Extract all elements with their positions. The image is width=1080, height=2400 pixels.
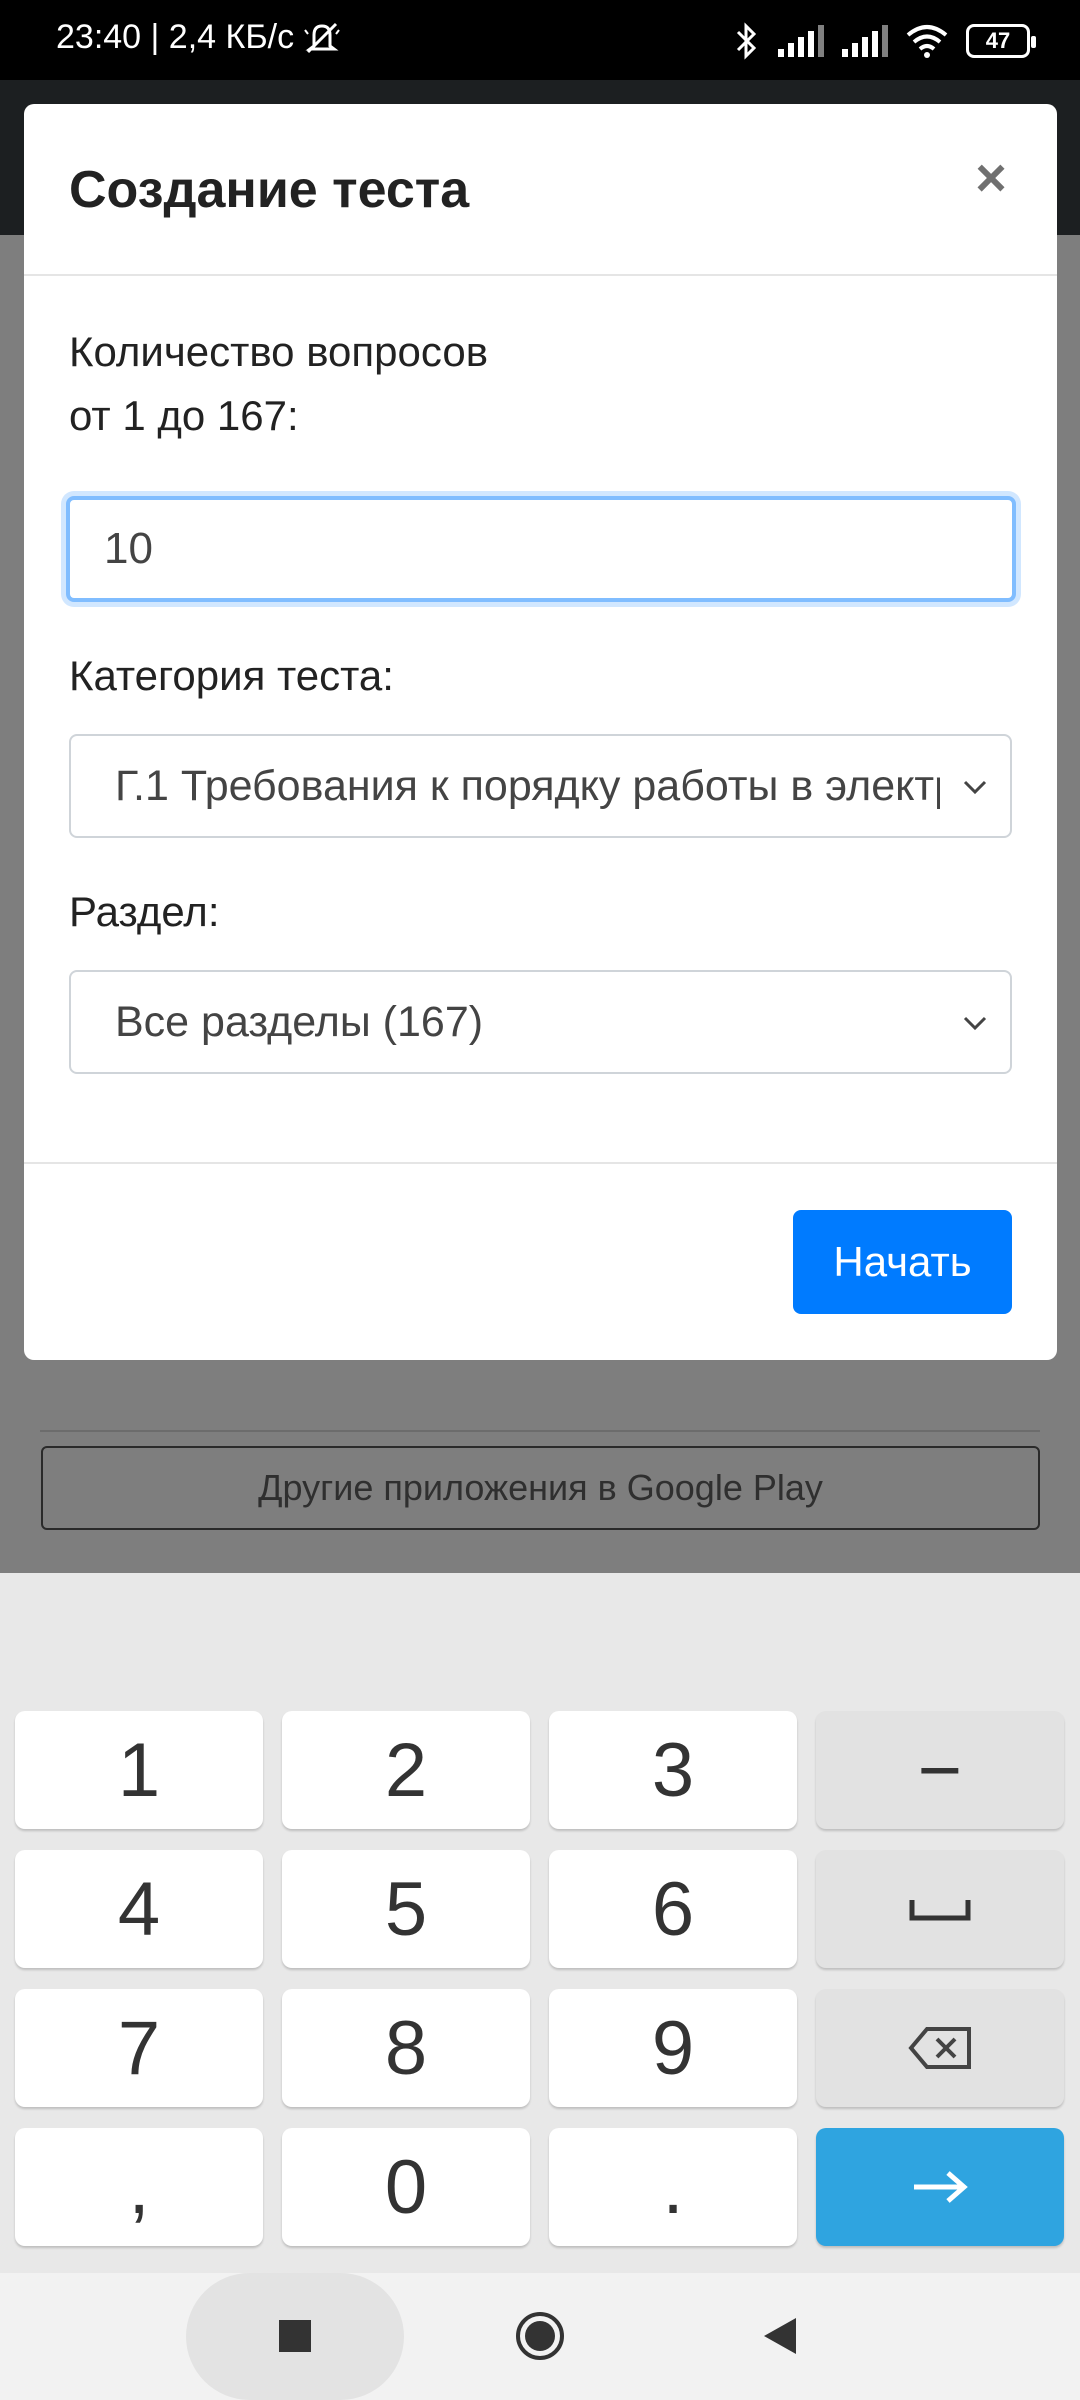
modal-title: Создание теста [69, 161, 470, 219]
divider [40, 1430, 1040, 1432]
question-count-label-line2: от 1 до 167: [69, 392, 299, 439]
modal-footer-divider [24, 1162, 1057, 1164]
chevron-down-icon [963, 1016, 987, 1031]
bluetooth-icon [736, 22, 757, 60]
key-7[interactable]: 7 [15, 1989, 263, 2107]
status-bar: 23:40 | 2,4 КБ/с 47 [0, 0, 1080, 80]
key-enter[interactable] [816, 2128, 1064, 2246]
key-8[interactable]: 8 [282, 1989, 530, 2107]
home-icon [516, 2312, 564, 2360]
recents-icon [279, 2320, 311, 2352]
chevron-down-icon [963, 780, 987, 795]
battery-level: 47 [985, 28, 1011, 53]
key-2[interactable]: 2 [282, 1711, 530, 1829]
wifi-icon [906, 25, 948, 58]
key-space[interactable] [816, 1850, 1064, 1968]
close-button[interactable]: × [965, 151, 1017, 205]
section-label: Раздел: [69, 888, 220, 935]
key-0[interactable]: 0 [282, 2128, 530, 2246]
section-selected-value: Все разделы (167) [115, 997, 484, 1046]
navigation-bar [0, 2273, 1080, 2400]
category-select[interactable]: Г.1 Требования к порядку работы в электр… [69, 734, 1012, 838]
numeric-keyboard: 1 2 3 − 4 5 6 7 8 9 , 0 . [0, 1573, 1080, 2273]
key-5[interactable]: 5 [282, 1850, 530, 1968]
category-selected-value: Г.1 Требования к порядку работы в электр… [115, 761, 940, 810]
question-count-value: 10 [104, 524, 153, 573]
key-9[interactable]: 9 [549, 1989, 797, 2107]
backspace-icon [908, 2027, 971, 2069]
status-time-speed: 23:40 | 2,4 КБ/с [56, 18, 295, 56]
create-test-modal: Создание теста × Количество вопросов от … [24, 104, 1057, 1360]
key-minus[interactable]: − [816, 1711, 1064, 1829]
other-apps-button: Другие приложения в Google Play [41, 1446, 1040, 1530]
question-count-input[interactable]: 10 [66, 496, 1016, 602]
section-select[interactable]: Все разделы (167) [69, 970, 1012, 1074]
bell-off-icon [304, 22, 340, 53]
key-1[interactable]: 1 [15, 1711, 263, 1829]
battery-icon: 47 [966, 24, 1036, 58]
signal-icon [778, 25, 824, 57]
key-6[interactable]: 6 [549, 1850, 797, 1968]
back-button[interactable] [740, 2306, 820, 2366]
category-label: Категория теста: [69, 652, 394, 699]
home-button[interactable] [500, 2303, 580, 2369]
question-count-label-line1: Количество вопросов [69, 328, 489, 375]
key-backspace[interactable] [816, 1989, 1064, 2107]
start-button[interactable]: Начать [793, 1210, 1012, 1314]
key-comma[interactable]: , [15, 2128, 263, 2246]
signal-icon [842, 25, 888, 57]
back-icon [764, 2318, 796, 2354]
key-3[interactable]: 3 [549, 1711, 797, 1829]
key-4[interactable]: 4 [15, 1850, 263, 1968]
arrow-right-icon [914, 2171, 968, 2203]
modal-header: Создание теста × [24, 104, 1057, 276]
space-icon [909, 1900, 971, 1921]
key-period[interactable]: . [549, 2128, 797, 2246]
recents-button[interactable] [255, 2306, 335, 2366]
